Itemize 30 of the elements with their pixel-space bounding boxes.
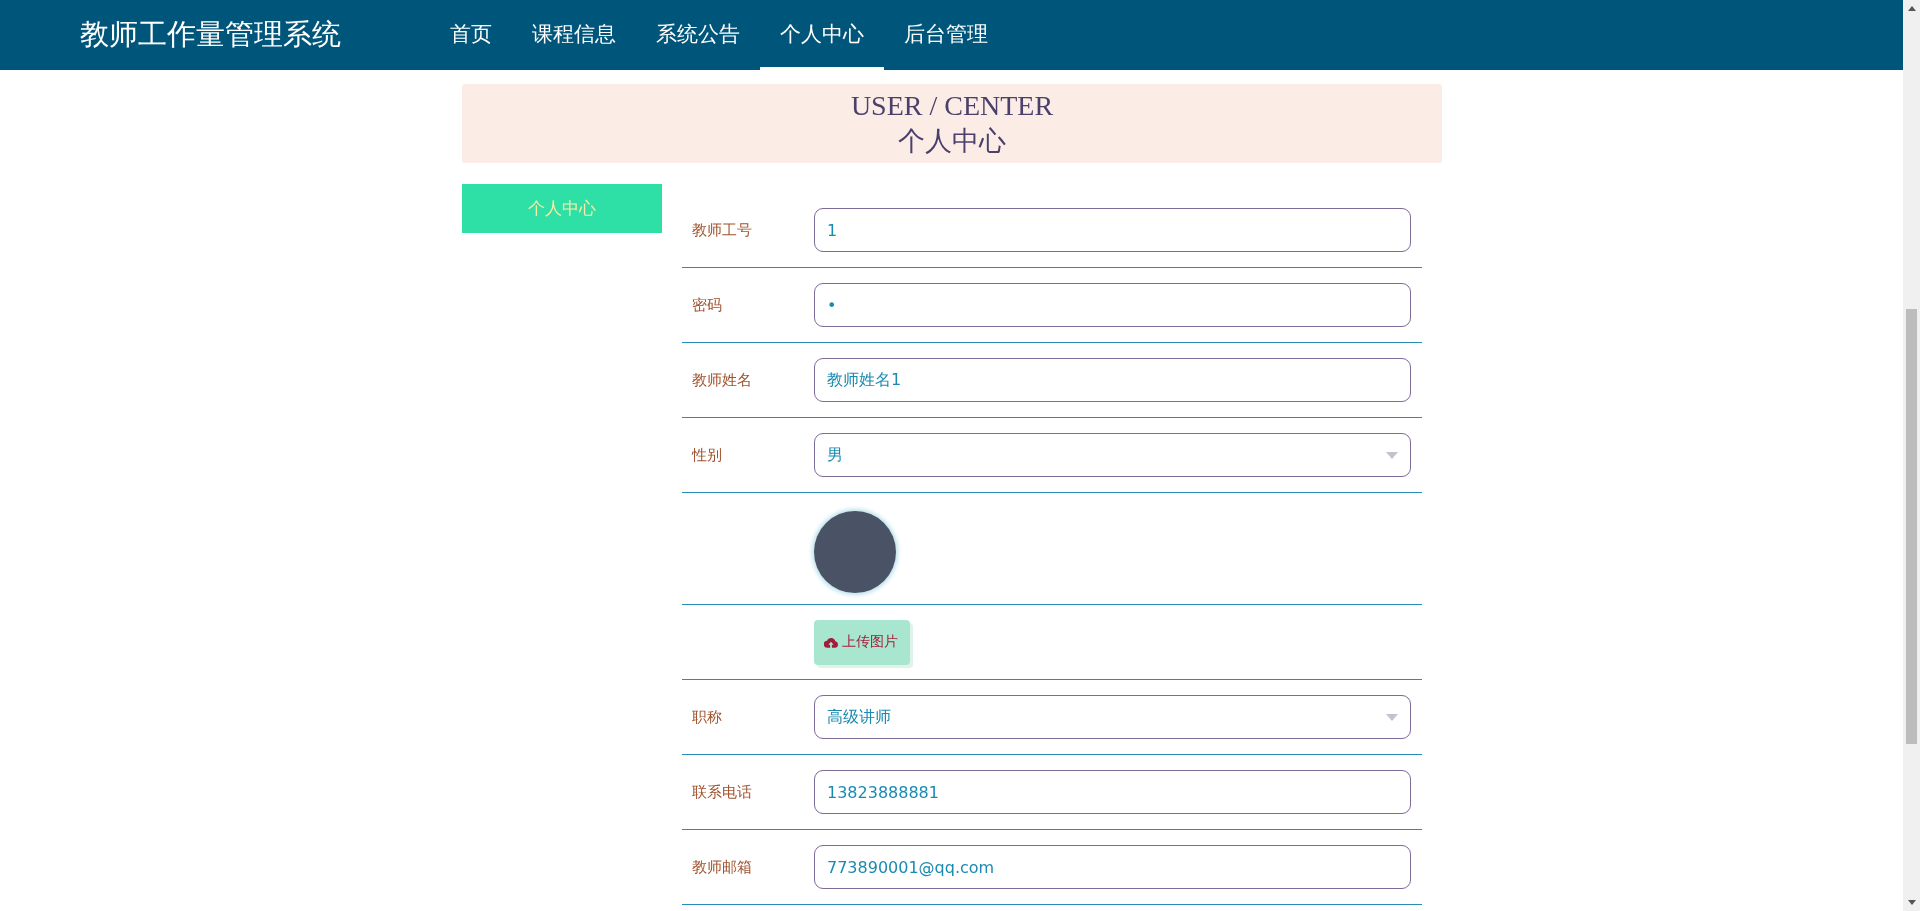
- nav-tab[interactable]: 首页: [430, 0, 512, 70]
- site-title: 教师工作量管理系统: [80, 16, 342, 53]
- scroll-up-icon[interactable]: [1907, 6, 1916, 11]
- upload-button[interactable]: 上传图片: [814, 619, 910, 665]
- select-field[interactable]: 男: [814, 433, 1411, 477]
- input-field[interactable]: 1: [814, 208, 1411, 252]
- field-label: 密码: [692, 295, 723, 315]
- input-field[interactable]: 13823888881: [814, 770, 1411, 814]
- scroll-down-icon[interactable]: [1907, 900, 1916, 905]
- select-field[interactable]: 高级讲师: [814, 695, 1411, 739]
- field-label: 教师姓名: [692, 370, 753, 390]
- field-label: 教师邮箱: [692, 857, 753, 877]
- field-label: 性别: [692, 445, 723, 465]
- nav-tab[interactable]: 个人中心: [760, 0, 884, 70]
- scrollbar[interactable]: [1903, 0, 1920, 911]
- caret-icon: [1386, 713, 1398, 721]
- nav-tab[interactable]: 后台管理: [884, 0, 1008, 70]
- banner-title-english: USER / CENTER: [850, 88, 1054, 123]
- field-label: 职称: [692, 707, 723, 727]
- input-field[interactable]: 773890001@qq.com: [814, 845, 1411, 889]
- cloud-upload-icon: [824, 636, 838, 648]
- field-label: 教师工号: [692, 220, 753, 240]
- nav-tab[interactable]: 课程信息: [512, 0, 636, 70]
- input-field[interactable]: •: [814, 283, 1411, 327]
- banner-title: 个人中心: [898, 124, 1006, 158]
- caret-icon: [1386, 451, 1398, 459]
- scrollbar-thumb[interactable]: [1906, 309, 1917, 744]
- nav-tab[interactable]: 系统公告: [636, 0, 760, 70]
- field-label: 联系电话: [692, 782, 753, 802]
- input-field[interactable]: 教师姓名1: [814, 358, 1411, 402]
